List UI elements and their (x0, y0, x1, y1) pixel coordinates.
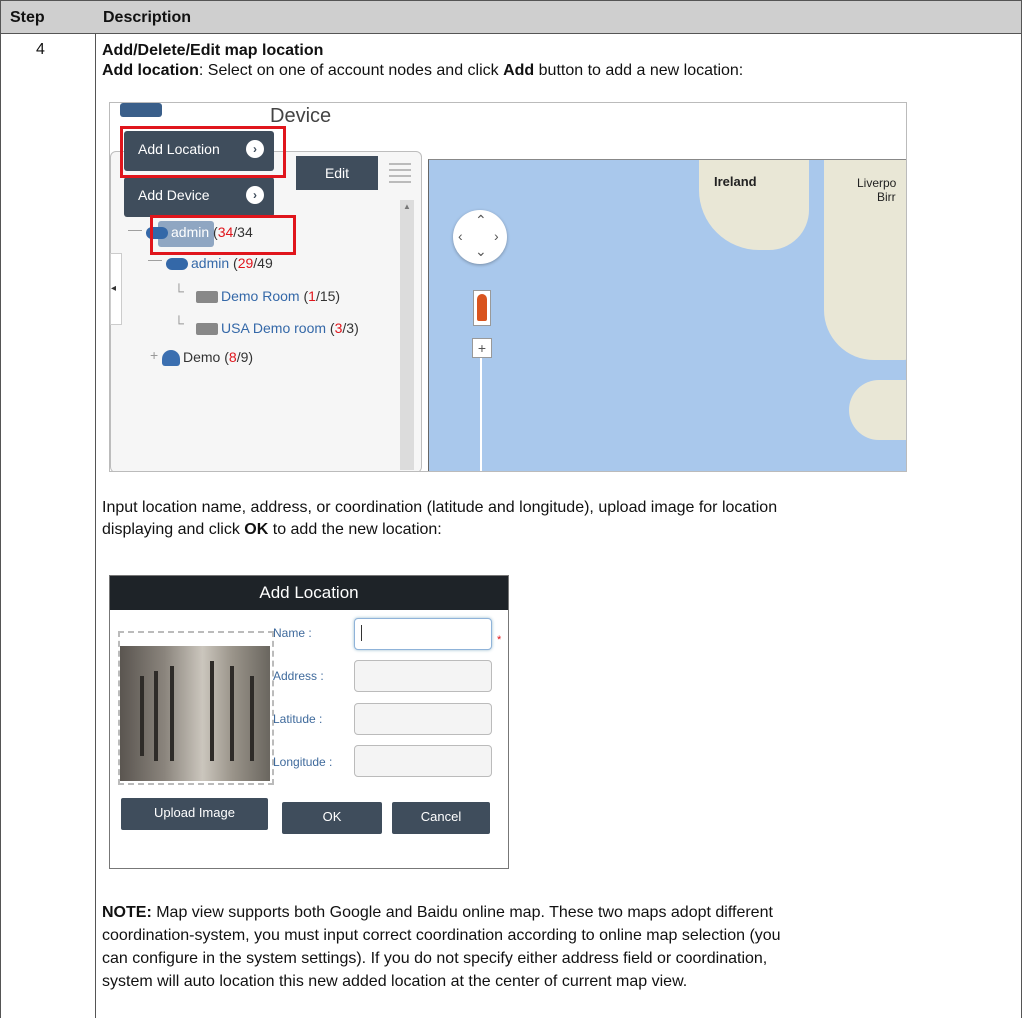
map-label-ireland: Ireland (714, 174, 757, 189)
folder-icon (196, 291, 218, 304)
input-instruction-line2: displaying and click OK to add the new l… (102, 521, 442, 538)
pan-down-icon[interactable]: ⌄ (475, 243, 487, 260)
france-landmass (849, 380, 906, 440)
map-label-liverpool: Liverpo (857, 176, 897, 190)
latitude-input[interactable] (354, 703, 492, 735)
pan-up-icon[interactable]: ⌃ (475, 212, 487, 229)
address-input[interactable] (354, 660, 492, 692)
note-line3: can configure in the system settings). I… (102, 950, 768, 967)
header-step: Step (10, 9, 45, 26)
location-image (120, 646, 270, 781)
header-description: Description (103, 9, 192, 26)
map-label-birmingham: Birr (877, 190, 896, 204)
name-input[interactable] (354, 618, 492, 650)
document-table: Step Description 4 Add/Delete/Edit map l… (0, 0, 1023, 1018)
chevron-right-icon: › (246, 186, 264, 204)
ok-button[interactable]: OK (282, 802, 382, 834)
address-label: Address : (273, 669, 324, 683)
name-label: Name : (273, 626, 312, 640)
folder-icon (196, 323, 218, 336)
input-instruction-line1: Input location name, address, or coordin… (102, 499, 778, 516)
cloud-icon (166, 258, 188, 271)
street-view-pegman-icon[interactable] (473, 290, 491, 326)
cancel-button[interactable]: Cancel (392, 802, 490, 834)
pan-control[interactable]: ⌃ ‹ › ⌄ (453, 210, 507, 264)
header-step-cell: Step (0, 0, 96, 34)
device-header-icon (120, 103, 162, 117)
table-border-left (0, 33, 1, 1018)
tree-scrollbar[interactable]: ▲ (400, 200, 414, 470)
zoom-in-button[interactable]: + (472, 338, 492, 358)
admin-node-highlight (150, 215, 296, 255)
add-device-menu-item[interactable]: Add Device › (124, 177, 274, 217)
latitude-label: Latitude : (273, 712, 323, 726)
note-line4: system will auto location this new added… (102, 973, 688, 990)
tree-node-demo-room[interactable]: Demo Room (1/15) (196, 288, 340, 304)
step-number: 4 (36, 41, 45, 58)
table-border-right (1021, 33, 1022, 1018)
device-title: Device (270, 105, 332, 127)
note-line1: NOTE: Map view supports both Google and … (102, 904, 773, 921)
add-location-highlight (120, 126, 286, 178)
device-tree-screenshot: Device Edit Add Location › Add Device › … (109, 102, 907, 472)
longitude-input[interactable] (354, 745, 492, 777)
header-description-cell: Description (95, 0, 1022, 34)
section-heading: Add/Delete/Edit map location (102, 42, 324, 59)
map-view[interactable]: Ireland Liverpo Birr ⌃ ‹ › ⌄ + (428, 159, 906, 471)
tree-node-admin[interactable]: admin (29/49 (166, 255, 273, 271)
pan-right-icon[interactable]: › (494, 228, 499, 244)
user-icon (162, 350, 180, 367)
longitude-label: Longitude : (273, 755, 333, 769)
table-column-divider (95, 33, 96, 1018)
upload-image-button[interactable]: Upload Image (121, 798, 268, 830)
add-location-instruction: Add location: Select on one of account n… (102, 62, 744, 79)
tree-node-usa-demo-room[interactable]: USA Demo room (3/3) (196, 320, 359, 336)
required-marker: * (497, 634, 502, 646)
add-location-dialog-screenshot: Add Location Name : * Address : Latitude… (109, 575, 509, 869)
list-icon[interactable] (389, 159, 411, 185)
note-line2: coordination-system, you must input corr… (102, 927, 781, 944)
tree-node-demo[interactable]: Demo (8/9) (162, 349, 253, 367)
edit-button[interactable]: Edit (296, 156, 378, 190)
collapse-handle[interactable]: ◂ (110, 253, 122, 325)
pan-left-icon[interactable]: ‹ (458, 228, 463, 244)
zoom-slider[interactable] (480, 358, 482, 471)
dialog-title: Add Location (110, 576, 508, 610)
